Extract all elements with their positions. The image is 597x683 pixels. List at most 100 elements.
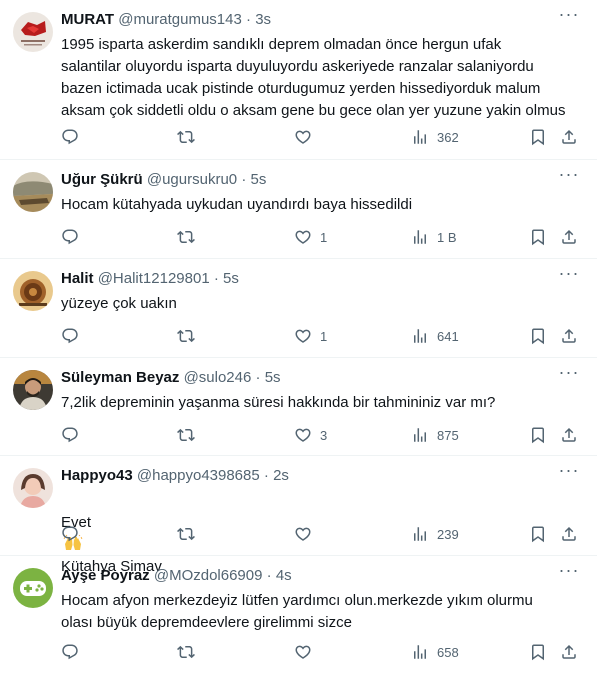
view-count: 875 bbox=[437, 427, 459, 443]
like-button[interactable] bbox=[294, 523, 320, 545]
display-name[interactable]: Happyo43 bbox=[61, 467, 133, 484]
view-count: 362 bbox=[437, 129, 459, 145]
reply-button[interactable] bbox=[61, 226, 79, 248]
like-button[interactable] bbox=[294, 641, 320, 663]
share-button[interactable] bbox=[560, 523, 578, 545]
tweet[interactable]: Happyo43 @happyo4398685 · 2s ··· Evet Kü… bbox=[0, 456, 597, 575]
tweet[interactable]: Uğur Şükrü @ugursukru0 · 5s ··· Hocam kü… bbox=[0, 160, 597, 259]
view-count: 1 B bbox=[437, 229, 457, 245]
tweet-actions: 1 1 B bbox=[0, 226, 597, 248]
retweet-button[interactable] bbox=[177, 226, 195, 248]
reply-button[interactable] bbox=[61, 424, 79, 446]
separator: · bbox=[213, 270, 219, 287]
more-icon[interactable]: ··· bbox=[557, 363, 581, 386]
like-icon bbox=[294, 327, 312, 345]
share-button[interactable] bbox=[560, 126, 578, 148]
like-button[interactable] bbox=[294, 126, 320, 148]
retweet-icon bbox=[177, 525, 195, 543]
like-button[interactable]: 1 bbox=[294, 325, 327, 347]
tweet-actions: 239 bbox=[0, 523, 597, 545]
avatar[interactable] bbox=[13, 12, 53, 52]
reply-icon bbox=[61, 643, 79, 661]
timestamp[interactable]: 5s bbox=[250, 171, 266, 188]
reply-button[interactable] bbox=[61, 126, 79, 148]
reply-button[interactable] bbox=[61, 325, 79, 347]
user-handle[interactable]: @sulo246 bbox=[184, 369, 252, 386]
avatar[interactable] bbox=[13, 468, 53, 508]
bookmark-button[interactable] bbox=[529, 226, 547, 248]
retweet-button[interactable] bbox=[177, 424, 195, 446]
share-icon bbox=[560, 426, 578, 444]
avatar[interactable] bbox=[13, 172, 53, 212]
retweet-icon bbox=[177, 128, 195, 146]
like-icon bbox=[294, 426, 312, 444]
bookmark-button[interactable] bbox=[529, 641, 547, 663]
like-count: 1 bbox=[320, 328, 328, 344]
more-icon[interactable]: ··· bbox=[557, 5, 581, 28]
more-icon[interactable]: ··· bbox=[557, 461, 581, 484]
user-handle[interactable]: @muratgumus143 bbox=[118, 11, 242, 28]
tweet[interactable]: MURAT @muratgumus143 · 3s ··· 1995 ispar… bbox=[0, 0, 597, 160]
like-button[interactable]: 3 bbox=[294, 424, 327, 446]
reply-icon bbox=[61, 228, 79, 246]
share-button[interactable] bbox=[560, 424, 578, 446]
retweet-button[interactable] bbox=[177, 126, 195, 148]
user-handle[interactable]: @ugursukru0 bbox=[147, 171, 237, 188]
tweet[interactable]: Halit @Halit12129801 · 5s ··· yüzeye çok… bbox=[0, 259, 597, 358]
reply-icon bbox=[61, 128, 79, 146]
display-name[interactable]: Ayşe Poyraz bbox=[61, 567, 150, 584]
like-button[interactable]: 1 bbox=[294, 226, 327, 248]
display-name[interactable]: MURAT bbox=[61, 11, 114, 28]
views-button[interactable]: 362 bbox=[411, 126, 459, 148]
timestamp[interactable]: 5s bbox=[223, 270, 239, 287]
bookmark-button[interactable] bbox=[529, 126, 547, 148]
share-icon bbox=[560, 643, 578, 661]
timestamp[interactable]: 5s bbox=[265, 369, 281, 386]
views-icon bbox=[411, 228, 429, 246]
tweet-header: Uğur Şükrü @ugursukru0 · 5s bbox=[61, 170, 266, 190]
user-handle[interactable]: @Halit12129801 bbox=[98, 270, 210, 287]
avatar[interactable] bbox=[13, 370, 53, 410]
bookmark-button[interactable] bbox=[529, 325, 547, 347]
view-count: 658 bbox=[437, 644, 459, 660]
share-button[interactable] bbox=[560, 325, 578, 347]
views-button[interactable]: 239 bbox=[411, 523, 459, 545]
bookmark-icon bbox=[529, 228, 547, 246]
share-icon bbox=[560, 327, 578, 345]
display-name[interactable]: Halit bbox=[61, 270, 94, 287]
user-handle[interactable]: @happyo4398685 bbox=[137, 467, 260, 484]
timestamp[interactable]: 4s bbox=[276, 567, 292, 584]
more-icon[interactable]: ··· bbox=[557, 264, 581, 287]
retweet-button[interactable] bbox=[177, 523, 195, 545]
reply-icon bbox=[61, 525, 79, 543]
views-button[interactable]: 658 bbox=[411, 641, 459, 663]
like-icon bbox=[294, 643, 312, 661]
share-button[interactable] bbox=[560, 641, 578, 663]
avatar[interactable] bbox=[13, 568, 53, 608]
view-count: 641 bbox=[437, 328, 459, 344]
share-icon bbox=[560, 228, 578, 246]
retweet-button[interactable] bbox=[177, 641, 195, 663]
bookmark-button[interactable] bbox=[529, 424, 547, 446]
tweet[interactable]: Süleyman Beyaz @sulo246 · 5s ··· 7,2lik … bbox=[0, 358, 597, 456]
reply-button[interactable] bbox=[61, 641, 79, 663]
user-handle[interactable]: @MOzdol66909 bbox=[154, 567, 263, 584]
display-name[interactable]: Süleyman Beyaz bbox=[61, 369, 179, 386]
views-icon bbox=[411, 643, 429, 661]
views-button[interactable]: 641 bbox=[411, 325, 459, 347]
retweet-icon bbox=[177, 228, 195, 246]
bookmark-icon bbox=[529, 128, 547, 146]
display-name[interactable]: Uğur Şükrü bbox=[61, 171, 143, 188]
more-icon[interactable]: ··· bbox=[557, 165, 581, 188]
more-icon[interactable]: ··· bbox=[557, 561, 581, 584]
timestamp[interactable]: 2s bbox=[273, 467, 289, 484]
views-button[interactable]: 875 bbox=[411, 424, 459, 446]
share-button[interactable] bbox=[560, 226, 578, 248]
timestamp[interactable]: 3s bbox=[255, 11, 271, 28]
views-button[interactable]: 1 B bbox=[411, 226, 457, 248]
bookmark-button[interactable] bbox=[529, 523, 547, 545]
retweet-button[interactable] bbox=[177, 325, 195, 347]
avatar[interactable] bbox=[13, 271, 53, 311]
reply-button[interactable] bbox=[61, 523, 79, 545]
tweet[interactable]: Ayşe Poyraz @MOzdol66909 · 4s ··· Hocam … bbox=[0, 556, 597, 683]
